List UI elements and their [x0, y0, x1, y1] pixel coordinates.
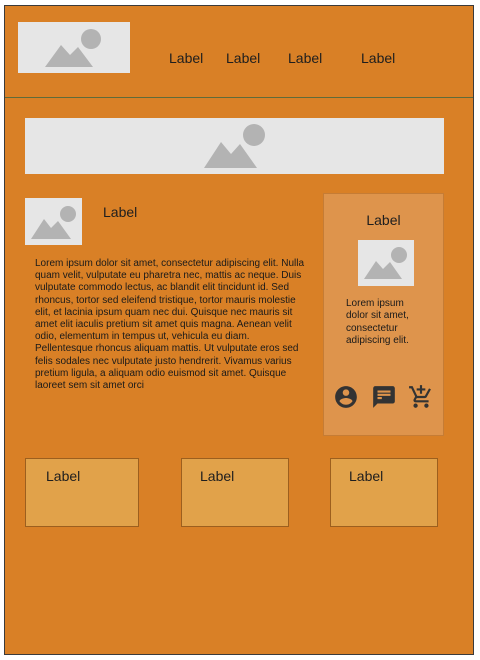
card-label: Label — [200, 468, 235, 484]
header-divider — [5, 97, 473, 98]
add-to-cart-icon[interactable] — [408, 384, 434, 410]
card-1[interactable]: Label — [25, 458, 139, 527]
sidebar-panel: Label Lorem ipsum dolor sit amet, consec… — [323, 193, 444, 436]
image-placeholder-icon — [364, 247, 407, 279]
article-body: Lorem ipsum dolor sit amet, consectetur … — [35, 258, 305, 392]
banner-image — [25, 118, 444, 174]
account-circle-icon[interactable] — [333, 384, 359, 410]
sidebar-image — [358, 240, 414, 286]
image-placeholder-icon — [203, 124, 265, 168]
card-3[interactable]: Label — [330, 458, 438, 527]
card-2[interactable]: Label — [181, 458, 289, 527]
image-placeholder-icon — [30, 205, 76, 239]
card-label: Label — [349, 468, 384, 484]
nav-item-1[interactable]: Label — [169, 50, 203, 66]
sidebar-text: Lorem ipsum dolor sit amet, consectetur … — [346, 298, 409, 346]
sidebar-title: Label — [366, 212, 401, 228]
nav-item-3[interactable]: Label — [288, 50, 322, 66]
nav-item-4[interactable]: Label — [361, 50, 395, 66]
article-thumbnail — [25, 198, 82, 245]
message-list-icon[interactable] — [371, 384, 397, 410]
page-frame: Label Label Label Label Label Lorem ipsu… — [4, 5, 474, 655]
logo-image[interactable] — [18, 22, 130, 73]
article-title: Label — [103, 204, 138, 220]
card-label: Label — [46, 468, 81, 484]
nav-item-2[interactable]: Label — [226, 50, 260, 66]
image-placeholder-icon — [45, 28, 101, 67]
